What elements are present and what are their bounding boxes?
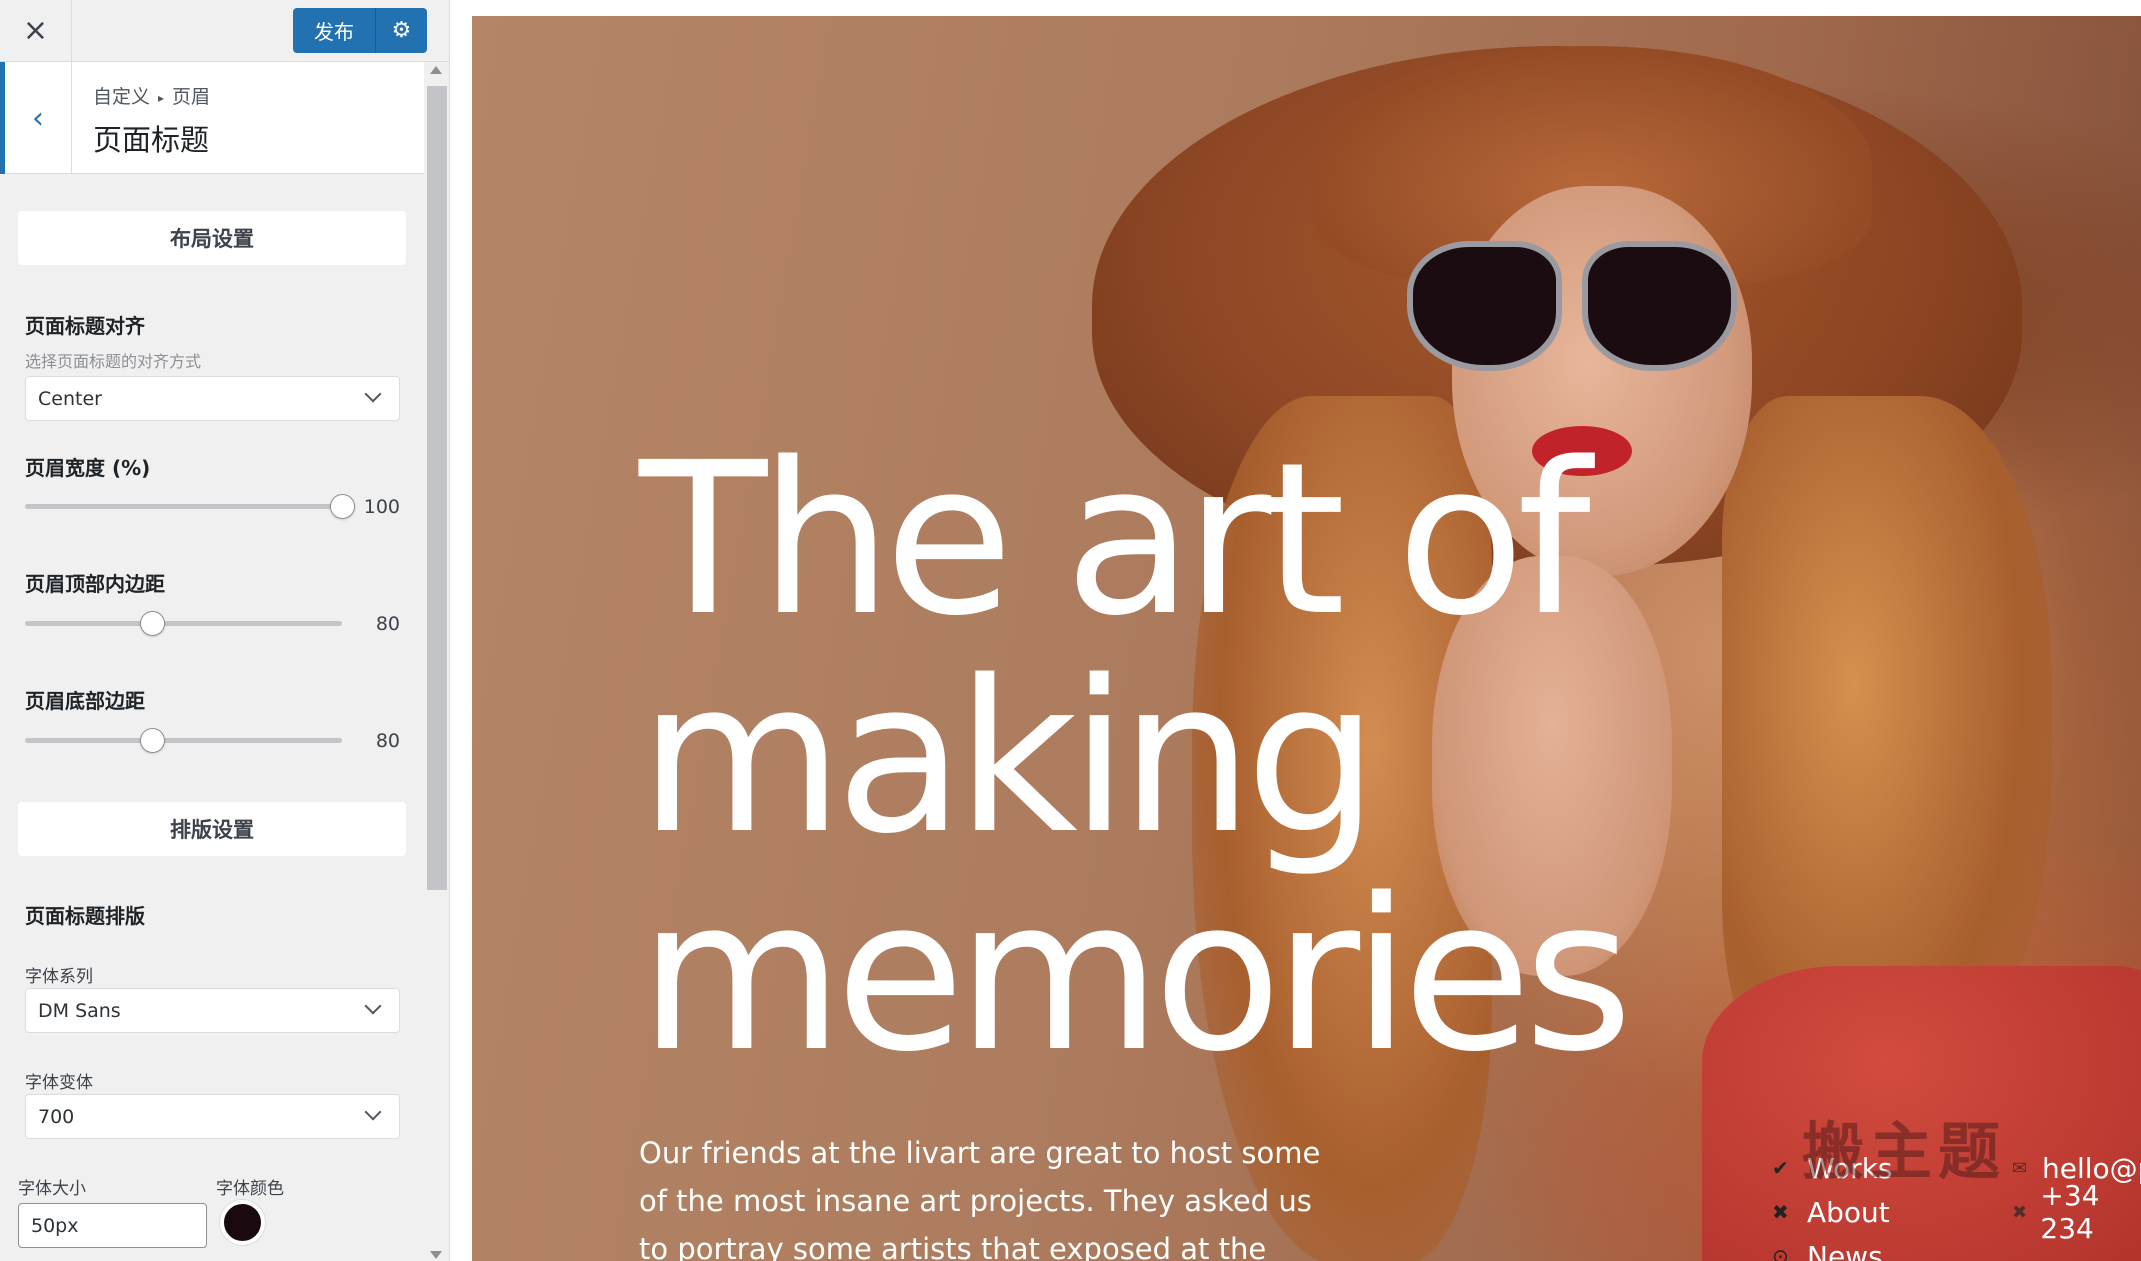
watermark: 搬主题	[1802, 1115, 2007, 1188]
customizer-topbar: × 发布 ⚙	[0, 0, 449, 62]
close-icon: ×	[22, 13, 49, 48]
nav-item-label: About	[1807, 1195, 1890, 1229]
slider-track	[25, 621, 342, 626]
nav-item-news[interactable]: ⊙ News	[1772, 1234, 1893, 1261]
top-padding-value: 80	[375, 613, 400, 635]
font-color-label: 字体颜色	[216, 1179, 284, 1199]
page-title-line: making	[639, 635, 1379, 880]
header-width-slider[interactable]	[25, 491, 355, 521]
top-padding-slider[interactable]	[25, 608, 342, 638]
typography-settings-button[interactable]: 排版设置	[18, 802, 406, 856]
breadcrumb-separator-icon: ▸	[158, 90, 165, 105]
customizer-panel: × 发布 ⚙ ‹ 自定义 ▸ 页眉 页面标题 布局设置 页面标题对齐 选择页面标题的…	[0, 0, 450, 1261]
nav-item-about[interactable]: ✖ About	[1772, 1190, 1893, 1234]
typography-heading: 页面标题排版	[25, 904, 145, 928]
font-color-swatch[interactable]	[220, 1200, 265, 1245]
close-icon: ✖	[2012, 1201, 2028, 1223]
gear-icon: ⚙	[391, 18, 412, 43]
contact-list: ✉ hello@p ✖ +34 234	[2012, 1146, 2141, 1246]
alignment-select[interactable]: Center	[25, 376, 400, 421]
alignment-description: 选择页面标题的对齐方式	[25, 352, 202, 371]
font-variant-value: 700	[38, 1105, 75, 1128]
bottom-padding-slider[interactable]	[25, 725, 342, 755]
font-family-value: DM Sans	[38, 999, 121, 1022]
panel-scrollbar[interactable]	[426, 62, 448, 1261]
hero-photo-sunglasses	[1582, 241, 1737, 371]
top-padding-label: 页眉顶部内边距	[25, 572, 165, 596]
page-title: The art of making memories	[639, 431, 1739, 1085]
font-size-label: 字体大小	[18, 1179, 86, 1199]
panel-content: ‹ 自定义 ▸ 页眉 页面标题 布局设置 页面标题对齐 选择页面标题的对齐方式 Ce…	[0, 62, 424, 1261]
bottom-padding-label: 页眉底部边距	[25, 689, 145, 713]
slider-handle[interactable]	[139, 611, 165, 636]
font-variant-label: 字体变体	[25, 1073, 93, 1093]
slider-handle[interactable]	[139, 728, 165, 753]
scroll-up-arrow-icon[interactable]	[430, 66, 442, 74]
back-button[interactable]: ‹	[0, 62, 72, 174]
slider-track	[25, 504, 342, 509]
publish-control: 发布 ⚙	[293, 8, 427, 53]
section-title: 页面标题	[93, 123, 210, 157]
layout-settings-button[interactable]: 布局设置	[18, 211, 406, 265]
site-preview: The art of making memories Our friends a…	[451, 0, 2141, 1261]
publish-button[interactable]: 发布	[293, 8, 375, 53]
page-title-line: memories	[639, 853, 1633, 1098]
alignment-value: Center	[38, 387, 102, 410]
contact-phone-text: +34 234	[2040, 1179, 2100, 1245]
nav-item-label: News	[1807, 1239, 1883, 1261]
alignment-label: 页面标题对齐	[25, 314, 145, 338]
bottom-padding-value: 80	[375, 730, 400, 752]
chevron-down-icon	[364, 1103, 382, 1121]
section-header: ‹ 自定义 ▸ 页眉 页面标题	[0, 62, 424, 174]
contact-phone[interactable]: ✖ +34 234	[2012, 1179, 2141, 1245]
scroll-down-arrow-icon[interactable]	[430, 1251, 442, 1259]
hero-photo-sunglasses	[1407, 241, 1562, 371]
target-icon: ⊙	[1772, 1244, 1789, 1261]
font-variant-select[interactable]: 700	[25, 1094, 400, 1139]
breadcrumb: 自定义 ▸ 页眉	[93, 82, 210, 109]
slider-track	[25, 738, 342, 743]
hero-intro-text: Our friends at the livart are great to h…	[639, 1136, 1321, 1261]
page-title-line: The art of	[639, 417, 1591, 662]
chevron-left-icon: ‹	[32, 100, 44, 136]
chevron-down-icon	[364, 385, 382, 403]
chevron-down-icon	[364, 997, 382, 1015]
breadcrumb-parent: 页眉	[172, 86, 211, 108]
mail-icon: ✉	[2012, 1157, 2028, 1179]
close-customizer-button[interactable]: ×	[0, 0, 72, 61]
publish-settings-button[interactable]: ⚙	[375, 8, 427, 53]
font-size-input[interactable]: 50px	[18, 1203, 207, 1248]
header-width-label: 页眉宽度 (%)	[25, 456, 151, 480]
scrollbar-thumb[interactable]	[427, 86, 447, 890]
font-family-select[interactable]: DM Sans	[25, 988, 400, 1033]
close-icon: ✖	[1772, 1200, 1789, 1224]
hero-section: The art of making memories Our friends a…	[472, 16, 2141, 1261]
header-width-value: 100	[363, 496, 400, 518]
font-family-label: 字体系列	[25, 967, 93, 987]
breadcrumb-root: 自定义	[93, 86, 151, 108]
